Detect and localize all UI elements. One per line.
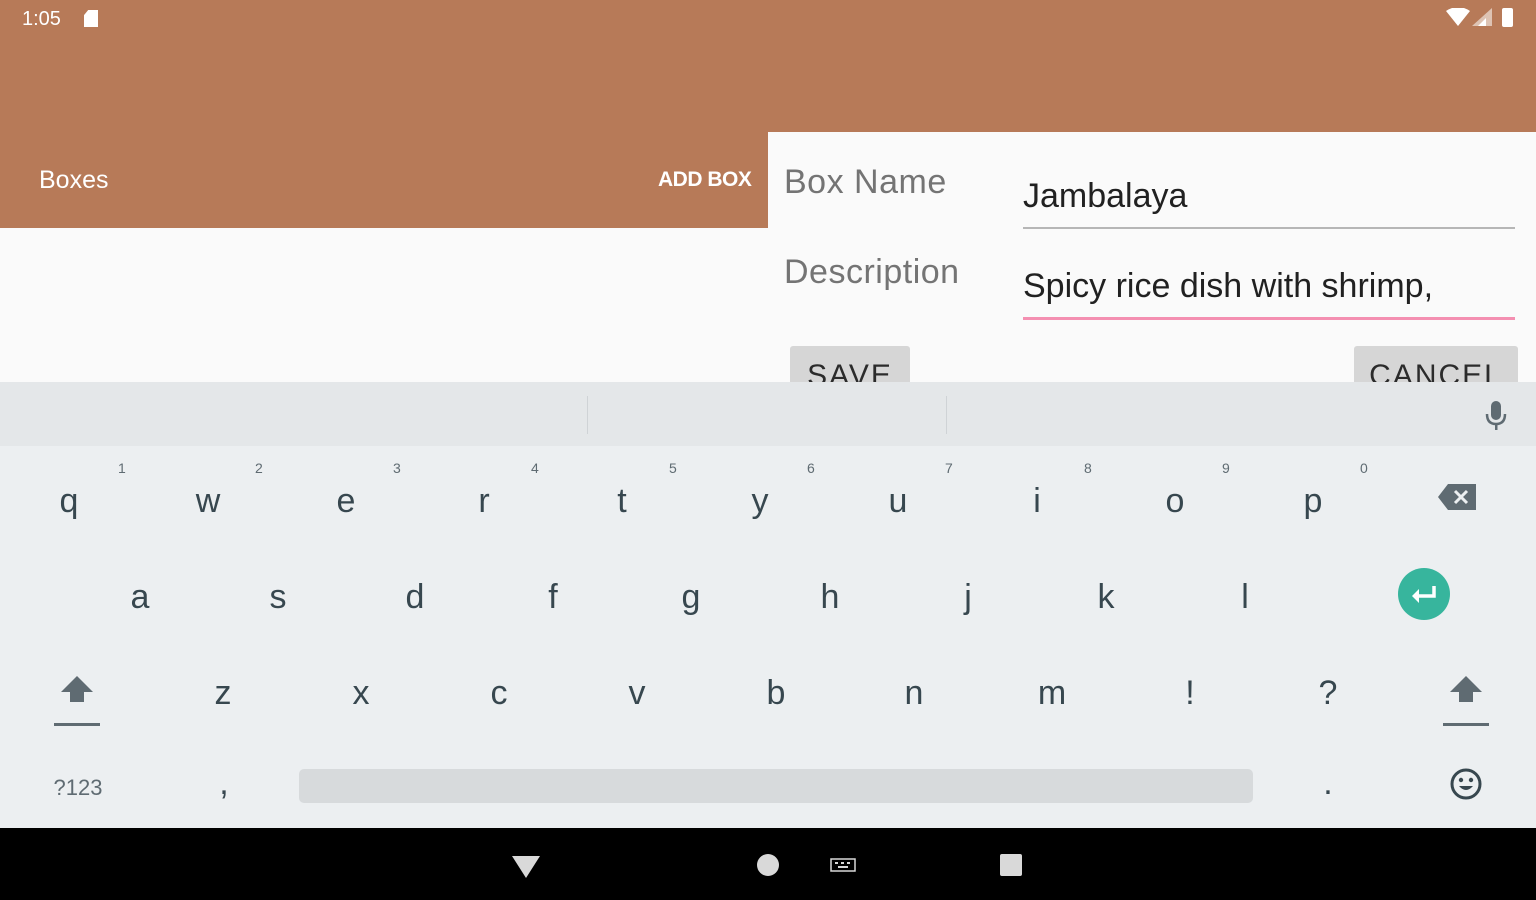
key-k[interactable]: k: [1066, 562, 1146, 632]
key-e[interactable]: e: [306, 466, 386, 536]
add-box-button[interactable]: ADD BOX: [652, 166, 757, 194]
key-r[interactable]: r: [444, 466, 524, 536]
description-label: Description: [784, 253, 960, 291]
suggestion-strip: [0, 382, 1536, 446]
key-x[interactable]: x: [321, 658, 401, 728]
shift-key-left[interactable]: [47, 664, 107, 734]
key-w[interactable]: w: [168, 466, 248, 536]
symbols-key[interactable]: ?123: [40, 770, 116, 806]
key-hint: 7: [945, 460, 953, 476]
spacebar[interactable]: [299, 769, 1253, 803]
wifi-icon: [1446, 8, 1470, 26]
key-b[interactable]: b: [736, 658, 816, 728]
strip-divider: [946, 396, 947, 434]
shift-icon: [54, 676, 100, 726]
key-s[interactable]: s: [238, 562, 318, 632]
back-icon[interactable]: [512, 856, 540, 878]
key-hint: 3: [393, 460, 401, 476]
screen: 1:05 Boxes ADD BOX Box Name Jambalaya De…: [0, 0, 1536, 900]
key-i[interactable]: i: [997, 466, 1077, 536]
battery-icon: [1502, 8, 1513, 27]
key-u[interactable]: u: [858, 466, 938, 536]
key-hint: 6: [807, 460, 815, 476]
edit-box-dialog: Box Name Jambalaya Description Spicy ric…: [768, 132, 1536, 382]
key-y[interactable]: y: [720, 466, 800, 536]
key-v[interactable]: v: [597, 658, 677, 728]
mic-icon[interactable]: [1483, 400, 1509, 432]
save-button[interactable]: SAVE: [790, 346, 910, 382]
key-a[interactable]: a: [100, 562, 180, 632]
key-z[interactable]: z: [183, 658, 263, 728]
key-p[interactable]: p: [1273, 466, 1353, 536]
recents-icon[interactable]: [1000, 854, 1022, 876]
toolbar-title: Boxes: [39, 166, 109, 194]
sd-card-icon: [84, 10, 98, 27]
keyboard-switch-icon[interactable]: [830, 858, 856, 872]
key-j[interactable]: j: [928, 562, 1008, 632]
enter-icon: [1412, 586, 1436, 603]
key-g[interactable]: g: [651, 562, 731, 632]
emoji-icon[interactable]: [1448, 766, 1484, 802]
box-name-input[interactable]: Jambalaya: [1023, 177, 1515, 229]
key-hint: 1: [118, 460, 126, 476]
home-icon[interactable]: [757, 854, 779, 876]
cancel-button[interactable]: CANCEL: [1354, 346, 1518, 382]
key-m[interactable]: m: [1012, 658, 1092, 728]
shift-key-right[interactable]: [1436, 664, 1496, 734]
key-h[interactable]: h: [790, 562, 870, 632]
key-q[interactable]: q: [29, 466, 109, 536]
key-hint: 8: [1084, 460, 1092, 476]
key-f[interactable]: f: [513, 562, 593, 632]
key-exclamation[interactable]: !: [1150, 658, 1230, 728]
key-hint: 9: [1222, 460, 1230, 476]
key-period[interactable]: .: [1288, 748, 1368, 818]
soft-keyboard: q w e r t y u i o p 1 2 3 4 5 6 7 8 9 0 …: [0, 382, 1536, 828]
key-hint: 0: [1360, 460, 1368, 476]
navigation-bar: [0, 828, 1536, 900]
backspace-icon[interactable]: [1438, 482, 1478, 512]
box-name-label: Box Name: [784, 163, 947, 201]
key-hint: 2: [255, 460, 263, 476]
shift-icon: [1443, 676, 1489, 726]
enter-key[interactable]: [1398, 568, 1450, 620]
key-d[interactable]: d: [375, 562, 455, 632]
key-hint: 5: [669, 460, 677, 476]
key-o[interactable]: o: [1135, 466, 1215, 536]
status-time: 1:05: [22, 8, 61, 30]
key-c[interactable]: c: [459, 658, 539, 728]
signal-icon: [1472, 8, 1492, 26]
key-l[interactable]: l: [1205, 562, 1285, 632]
key-question[interactable]: ?: [1288, 658, 1368, 728]
key-comma[interactable]: ,: [184, 748, 264, 818]
strip-divider: [587, 396, 588, 434]
key-hint: 4: [531, 460, 539, 476]
key-t[interactable]: t: [582, 466, 662, 536]
key-n[interactable]: n: [874, 658, 954, 728]
description-input[interactable]: Spicy rice dish with shrimp,: [1023, 267, 1515, 320]
